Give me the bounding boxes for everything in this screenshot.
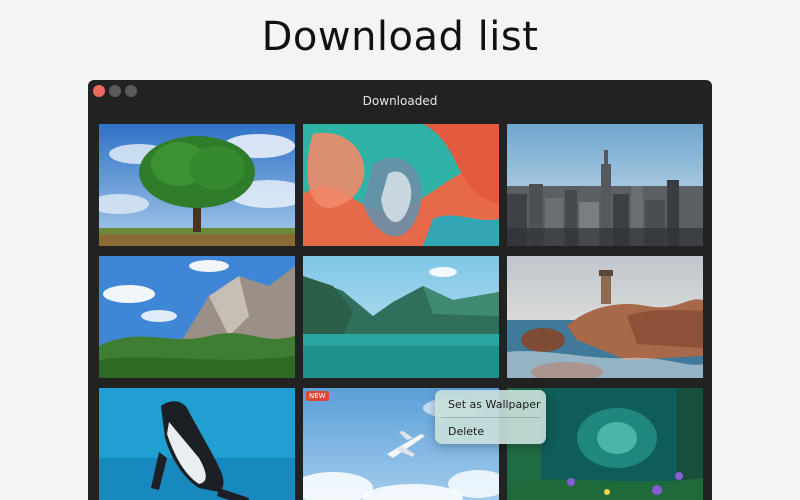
set-as-wallpaper-menu-item[interactable]: Set as Wallpaper <box>448 398 541 411</box>
image-tile-tree-field[interactable] <box>99 124 295 246</box>
mountains-image <box>99 256 295 378</box>
coast-lighthouse-image <box>507 256 703 378</box>
menu-separator <box>441 417 540 418</box>
downloads-window: Downloaded NEW Set as Wallpaper Delete <box>88 80 712 500</box>
lake-valley-image <box>303 256 499 378</box>
title-bar: Downloaded <box>88 80 712 122</box>
delete-menu-item[interactable]: Delete <box>448 425 484 438</box>
image-tile-lake-valley[interactable] <box>303 256 499 378</box>
image-tile-mountains[interactable] <box>99 256 295 378</box>
window-title: Downloaded <box>362 94 438 108</box>
image-tile-coast-lighthouse[interactable] <box>507 256 703 378</box>
image-tile-city-skyline[interactable] <box>507 124 703 246</box>
image-tile-penguin[interactable] <box>99 388 295 500</box>
page-headline: Download list <box>261 14 539 60</box>
image-tile-fluid-art[interactable] <box>303 124 499 246</box>
fluid-art-image <box>303 124 499 246</box>
tree-field-image <box>99 124 295 246</box>
penguin-image <box>99 388 295 500</box>
context-menu: Set as Wallpaper Delete <box>435 390 546 444</box>
city-skyline-image <box>507 124 703 246</box>
new-badge: NEW <box>306 391 329 401</box>
